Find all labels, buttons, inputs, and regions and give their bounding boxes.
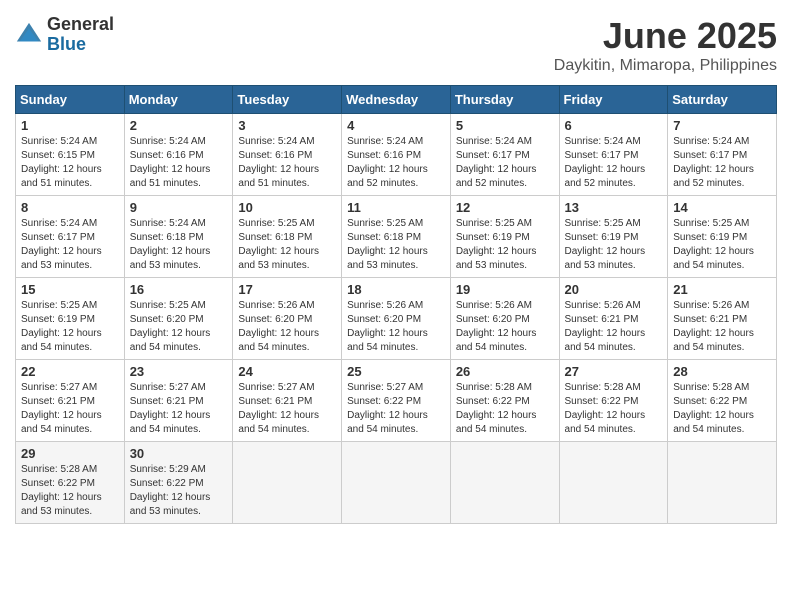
calendar-day-26: 26Sunrise: 5:28 AM Sunset: 6:22 PM Dayli… [450,360,559,442]
calendar-header-sunday: Sunday [16,86,125,114]
calendar-day-15: 15Sunrise: 5:25 AM Sunset: 6:19 PM Dayli… [16,278,125,360]
calendar-day-19: 19Sunrise: 5:26 AM Sunset: 6:20 PM Dayli… [450,278,559,360]
calendar-day-8: 8Sunrise: 5:24 AM Sunset: 6:17 PM Daylig… [16,196,125,278]
calendar-week-2: 8Sunrise: 5:24 AM Sunset: 6:17 PM Daylig… [16,196,777,278]
calendar-day-empty [450,442,559,524]
calendar-day-30: 30Sunrise: 5:29 AM Sunset: 6:22 PM Dayli… [124,442,233,524]
page-header: General Blue June 2025 Daykitin, Mimarop… [15,15,777,75]
calendar-header-saturday: Saturday [668,86,777,114]
logo-icon [15,21,43,49]
calendar-header-row: SundayMondayTuesdayWednesdayThursdayFrid… [16,86,777,114]
logo: General Blue [15,15,114,55]
calendar-day-29: 29Sunrise: 5:28 AM Sunset: 6:22 PM Dayli… [16,442,125,524]
calendar-day-22: 22Sunrise: 5:27 AM Sunset: 6:21 PM Dayli… [16,360,125,442]
calendar-day-10: 10Sunrise: 5:25 AM Sunset: 6:18 PM Dayli… [233,196,342,278]
calendar-header-tuesday: Tuesday [233,86,342,114]
calendar-day-empty [668,442,777,524]
calendar-header-friday: Friday [559,86,668,114]
calendar-week-1: 1Sunrise: 5:24 AM Sunset: 6:15 PM Daylig… [16,114,777,196]
calendar-day-5: 5Sunrise: 5:24 AM Sunset: 6:17 PM Daylig… [450,114,559,196]
calendar-day-7: 7Sunrise: 5:24 AM Sunset: 6:17 PM Daylig… [668,114,777,196]
calendar-day-17: 17Sunrise: 5:26 AM Sunset: 6:20 PM Dayli… [233,278,342,360]
logo-blue-text: Blue [47,35,114,55]
month-year-title: June 2025 [554,15,777,57]
calendar-week-5: 29Sunrise: 5:28 AM Sunset: 6:22 PM Dayli… [16,442,777,524]
calendar-week-4: 22Sunrise: 5:27 AM Sunset: 6:21 PM Dayli… [16,360,777,442]
calendar-day-empty [233,442,342,524]
calendar-day-empty [559,442,668,524]
calendar-day-24: 24Sunrise: 5:27 AM Sunset: 6:21 PM Dayli… [233,360,342,442]
calendar-day-14: 14Sunrise: 5:25 AM Sunset: 6:19 PM Dayli… [668,196,777,278]
calendar-day-12: 12Sunrise: 5:25 AM Sunset: 6:19 PM Dayli… [450,196,559,278]
calendar-day-13: 13Sunrise: 5:25 AM Sunset: 6:19 PM Dayli… [559,196,668,278]
calendar-header-thursday: Thursday [450,86,559,114]
calendar-header-wednesday: Wednesday [342,86,451,114]
calendar-day-16: 16Sunrise: 5:25 AM Sunset: 6:20 PM Dayli… [124,278,233,360]
calendar-day-6: 6Sunrise: 5:24 AM Sunset: 6:17 PM Daylig… [559,114,668,196]
calendar-day-1: 1Sunrise: 5:24 AM Sunset: 6:15 PM Daylig… [16,114,125,196]
calendar-table: SundayMondayTuesdayWednesdayThursdayFrid… [15,85,777,524]
calendar-day-28: 28Sunrise: 5:28 AM Sunset: 6:22 PM Dayli… [668,360,777,442]
location-subtitle: Daykitin, Mimaropa, Philippines [554,57,777,75]
calendar-day-20: 20Sunrise: 5:26 AM Sunset: 6:21 PM Dayli… [559,278,668,360]
calendar-day-18: 18Sunrise: 5:26 AM Sunset: 6:20 PM Dayli… [342,278,451,360]
calendar-day-empty [342,442,451,524]
calendar-day-11: 11Sunrise: 5:25 AM Sunset: 6:18 PM Dayli… [342,196,451,278]
logo-text: General Blue [47,15,114,55]
logo-general-text: General [47,15,114,35]
title-section: June 2025 Daykitin, Mimaropa, Philippine… [554,15,777,75]
calendar-header-monday: Monday [124,86,233,114]
calendar-day-2: 2Sunrise: 5:24 AM Sunset: 6:16 PM Daylig… [124,114,233,196]
calendar-day-23: 23Sunrise: 5:27 AM Sunset: 6:21 PM Dayli… [124,360,233,442]
calendar-day-9: 9Sunrise: 5:24 AM Sunset: 6:18 PM Daylig… [124,196,233,278]
calendar-week-3: 15Sunrise: 5:25 AM Sunset: 6:19 PM Dayli… [16,278,777,360]
calendar-day-4: 4Sunrise: 5:24 AM Sunset: 6:16 PM Daylig… [342,114,451,196]
calendar-day-3: 3Sunrise: 5:24 AM Sunset: 6:16 PM Daylig… [233,114,342,196]
calendar-day-21: 21Sunrise: 5:26 AM Sunset: 6:21 PM Dayli… [668,278,777,360]
calendar-day-27: 27Sunrise: 5:28 AM Sunset: 6:22 PM Dayli… [559,360,668,442]
calendar-day-25: 25Sunrise: 5:27 AM Sunset: 6:22 PM Dayli… [342,360,451,442]
